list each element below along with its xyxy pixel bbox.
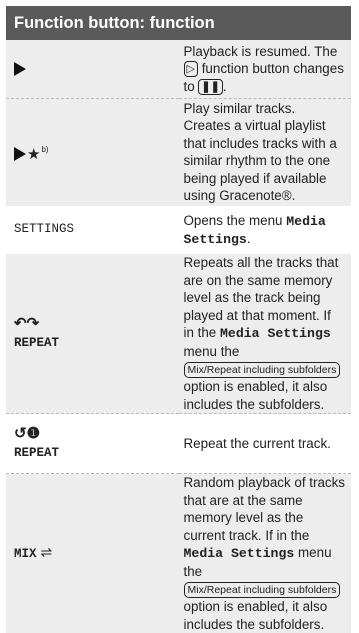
repeat-icon: ↶↷ [14, 315, 178, 333]
similar-button-cell: ★b) [6, 98, 179, 206]
play-outline-icon: ▷ [184, 61, 198, 77]
function-table: Function button: function Playback is re… [6, 6, 351, 633]
star-icon: ★ [27, 146, 40, 163]
play-icon [14, 62, 26, 76]
play-description: Playback is resumed. The ▷ func­tion but… [179, 40, 352, 98]
play-icon [14, 147, 26, 161]
mix-description: Random playback of tracks that are at th… [179, 474, 352, 633]
repeat-one-button-cell: ↺❶ REPEAT [6, 414, 179, 474]
settings-button-cell: SETTINGS [6, 206, 179, 254]
repeat-one-icon: ↺❶ [14, 425, 178, 443]
pause-icon: ❚❚ [198, 79, 222, 95]
mix-button-cell: MIX⇌ [6, 474, 179, 633]
similar-description: Play similar tracks. Creates a virtual p… [179, 98, 352, 206]
table-row-similar: ★b) Play similar tracks. Creates a virtu… [6, 98, 351, 206]
option-pill: Mix/Repeat including subfolders [184, 582, 341, 598]
settings-description: Opens the menu Media Set­tings. [179, 206, 352, 254]
table-row-repeat-one: ↺❶ REPEAT Repeat the current track. [6, 414, 351, 474]
repeat-button-cell: ↶↷ REPEAT [6, 254, 179, 414]
manual-page: Function button: function Playback is re… [0, 0, 359, 618]
table-row-settings: SETTINGS Opens the menu Media Set­tings. [6, 206, 351, 254]
table-row-play: Playback is resumed. The ▷ func­tion but… [6, 40, 351, 98]
footnote-marker: b) [41, 145, 48, 154]
settings-label: SETTINGS [14, 221, 178, 239]
table-header: Function button: function [6, 6, 351, 40]
repeat-description: Repeats all the tracks that are on the s… [179, 254, 352, 414]
play-button-cell [6, 40, 179, 98]
shuffle-icon: ⇌ [41, 544, 53, 560]
option-pill: Mix/Repeat including subfolders [184, 362, 341, 378]
repeat-one-description: Repeat the current track. [179, 414, 352, 474]
table-row-repeat: ↶↷ REPEAT Repeats all the tracks that ar… [6, 254, 351, 414]
table-row-mix: MIX⇌ Random playback of tracks that are … [6, 474, 351, 633]
